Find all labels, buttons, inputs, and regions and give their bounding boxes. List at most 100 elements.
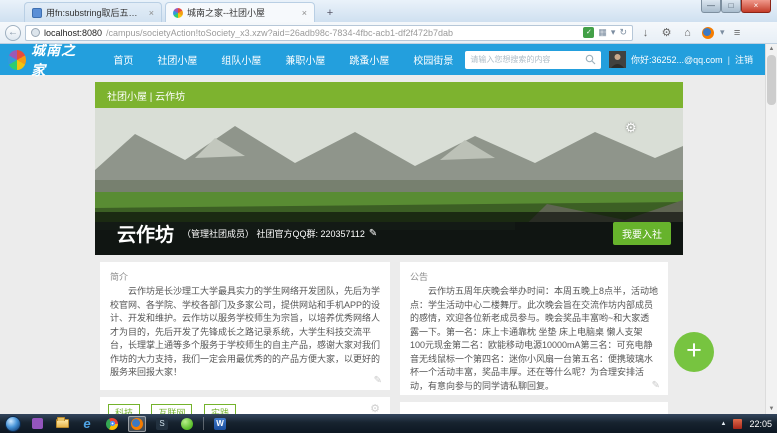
tab-title: 城南之家--社团小屋	[187, 6, 298, 19]
scrollbar-thumb[interactable]	[767, 55, 776, 105]
visualstudio-icon	[32, 418, 43, 429]
nav-item-flea[interactable]: 跳蚤小屋	[349, 52, 389, 67]
right-column: 公告 云作坊五周年庆晚会举办时间：本周五晚上8点半，活动地点：学生活动中心二楼舞…	[400, 262, 668, 414]
taskbar-explorer-button[interactable]	[53, 416, 71, 432]
tag-tech[interactable]: 科技	[108, 404, 140, 414]
pinwheel-logo-icon	[8, 50, 26, 70]
chevron-down-icon[interactable]: ▾	[720, 27, 725, 38]
tag-internet[interactable]: 互联网	[151, 404, 192, 414]
tab-title: 用fn:substring取后五位_...	[46, 6, 145, 19]
logout-link[interactable]: 注销	[735, 53, 753, 66]
scroll-up-icon[interactable]: ▲	[766, 44, 777, 54]
tab-close-icon[interactable]: ×	[302, 8, 307, 18]
add-floating-button[interactable]: +	[674, 332, 714, 372]
taskbar-visualstudio-button[interactable]	[28, 416, 46, 432]
taskbar-divider	[203, 417, 204, 430]
tags-card: 科技 互联网 实践 ⚙	[100, 397, 390, 414]
windows-taskbar: e S W ▲ 22:05	[0, 414, 777, 433]
address-bar[interactable]: localhost:8080 /campus/societyAction!toS…	[25, 25, 633, 41]
close-button[interactable]: ×	[741, 0, 771, 13]
firefox-icon	[131, 418, 143, 430]
word-icon: W	[214, 418, 226, 430]
banner-gear-icon[interactable]: ⚙	[625, 120, 637, 136]
notice-body: 云作坊五周年庆晚会举办时间：本周五晚上8点半，活动地点：学生活动中心二楼舞厅。此…	[410, 285, 658, 393]
tray-expand-icon[interactable]: ▲	[721, 421, 727, 427]
user-divider: |	[728, 55, 730, 65]
site-logo-text: 城南之家	[31, 44, 85, 80]
grid-icon[interactable]: ▦	[598, 27, 607, 38]
taskbar-word-button[interactable]: W	[211, 416, 229, 432]
download-icon[interactable]: ↓	[637, 27, 654, 39]
page-scrollbar[interactable]: ▲ ▼	[765, 44, 777, 414]
main-content: 社团小屋 | 云作坊 ⚙ 云作坊 （管理社团成员） 社	[95, 82, 683, 414]
folder-icon	[56, 419, 69, 428]
start-button[interactable]	[5, 416, 21, 432]
tags-gear-icon[interactable]: ⚙	[370, 402, 380, 414]
security-shield-icon[interactable]: ✓	[583, 27, 594, 38]
gear-icon[interactable]: ⚙	[658, 26, 675, 39]
app-icon: S	[156, 418, 168, 430]
window-controls: — □ ×	[701, 0, 771, 13]
nav-item-team[interactable]: 组队小屋	[221, 52, 261, 67]
nav-item-home[interactable]: 首页	[113, 52, 133, 67]
banner-overlay: 云作坊 （管理社团成员） 社团官方QQ群: 220357112 ✎ 我要入社	[95, 212, 683, 255]
tab-favicon-pinwheel-icon	[173, 8, 183, 18]
maximize-button[interactable]: □	[721, 0, 741, 13]
menu-icon[interactable]: ≡	[729, 27, 746, 39]
new-tab-button[interactable]: +	[320, 6, 340, 21]
society-subtitle: （管理社团成员） 社团官方QQ群: 220357112	[182, 227, 365, 240]
notice-card: 公告 云作坊五周年庆晚会举办时间：本周五晚上8点半，活动地点：学生活动中心二楼舞…	[400, 262, 668, 395]
taskbar-firefox-button[interactable]	[128, 416, 146, 432]
cards-row: 简介 云作坊是长沙理工大学最具实力的学生网络开发团队，先后为学校官网、各学院、学…	[100, 262, 683, 414]
site-logo[interactable]: 城南之家	[8, 44, 85, 80]
edit-pencil-icon[interactable]: ✎	[369, 228, 377, 239]
chrome-icon	[106, 418, 118, 430]
edit-pencil-icon[interactable]: ✎	[374, 375, 382, 386]
avatar[interactable]	[609, 51, 626, 68]
system-tray: ▲ 22:05	[721, 414, 772, 433]
search-input[interactable]	[470, 55, 585, 64]
user-area: 你好:36252...@qq.com | 注销	[609, 51, 753, 68]
left-column: 简介 云作坊是长沙理工大学最具实力的学生网络开发团队，先后为学校官网、各学院、学…	[100, 262, 390, 414]
taskbar-ie-button[interactable]: e	[78, 416, 96, 432]
search-icon[interactable]	[585, 54, 596, 65]
tray-app-icon[interactable]	[733, 419, 742, 429]
chevron-down-icon[interactable]: ▾	[611, 27, 616, 38]
taskbar-chrome-button[interactable]	[103, 416, 121, 432]
society-banner: ⚙ 云作坊 （管理社团成员） 社团官方QQ群: 220357112 ✎ 我要入社	[95, 108, 683, 255]
minimize-button[interactable]: —	[701, 0, 721, 13]
search-box[interactable]	[465, 51, 601, 69]
browser-titlebar: 用fn:substring取后五位_... × 城南之家--社团小屋 × + —…	[0, 0, 777, 22]
tab-society-page[interactable]: 城南之家--社团小屋 ×	[165, 2, 315, 22]
notice-heading: 公告	[410, 270, 658, 283]
home-icon[interactable]: ⌂	[679, 27, 696, 39]
intro-card: 简介 云作坊是长沙理工大学最具实力的学生网络开发团队，先后为学校官网、各学院、学…	[100, 262, 390, 390]
nav-item-parttime[interactable]: 兼职小屋	[285, 52, 325, 67]
browser-toolbar: ← localhost:8080 /campus/societyAction!t…	[0, 22, 777, 44]
firefox-account-icon[interactable]	[702, 27, 714, 39]
join-society-button[interactable]: 我要入社	[613, 222, 671, 245]
taskbar-clock[interactable]: 22:05	[749, 419, 772, 429]
site-identity-icon[interactable]	[31, 28, 40, 37]
society-title: 云作坊	[117, 220, 174, 247]
refresh-icon[interactable]: ↻	[619, 27, 627, 38]
scroll-down-icon[interactable]: ▼	[766, 404, 777, 414]
intro-heading: 简介	[110, 270, 380, 283]
internet-explorer-icon: e	[83, 417, 90, 430]
page-viewport: 城南之家 首页 社团小屋 组队小屋 兼职小屋 跳蚤小屋 校园街景	[0, 44, 777, 414]
taskbar-green-app-button[interactable]	[178, 416, 196, 432]
tab-favicon	[32, 8, 42, 18]
breadcrumb: 社团小屋 | 云作坊	[95, 82, 683, 108]
tab-close-icon[interactable]: ×	[149, 8, 154, 18]
nav-item-society[interactable]: 社团小屋	[157, 52, 197, 67]
screen: 用fn:substring取后五位_... × 城南之家--社团小屋 × + —…	[0, 0, 777, 433]
nav-item-street[interactable]: 校园街景	[413, 52, 453, 67]
edit-pencil-icon[interactable]: ✎	[652, 380, 660, 391]
back-button[interactable]: ←	[5, 25, 21, 41]
user-greeting: 你好:36252...@qq.com	[631, 53, 723, 66]
tag-practice[interactable]: 实践	[204, 404, 236, 414]
tab-substring-page[interactable]: 用fn:substring取后五位_... ×	[24, 2, 162, 22]
taskbar-app-button[interactable]: S	[153, 416, 171, 432]
url-path: /campus/societyAction!toSociety_x3.xzw?a…	[106, 28, 579, 38]
url-host: localhost:8080	[44, 28, 102, 38]
